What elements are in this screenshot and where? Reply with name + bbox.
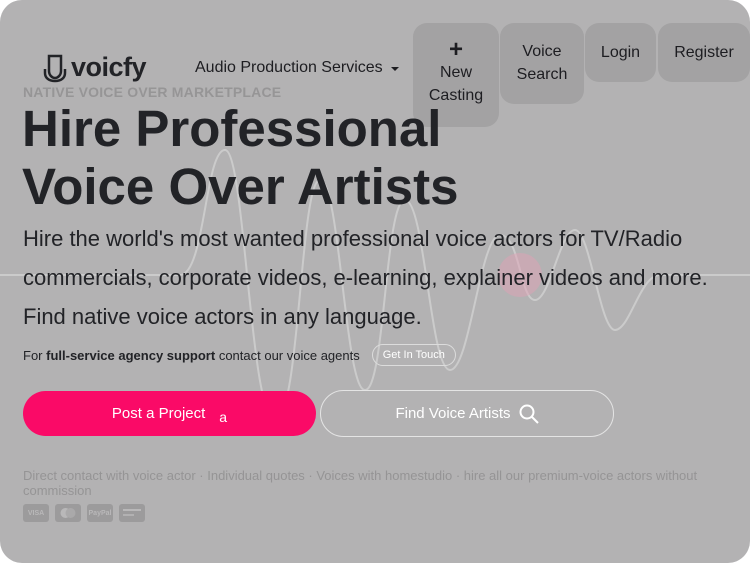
new-casting-line1: New bbox=[439, 64, 472, 81]
find-voice-artists-button[interactable]: Find Voice Artists bbox=[320, 390, 614, 437]
microphone-icon bbox=[43, 54, 67, 82]
intro-text: Hire the world's most wanted professiona… bbox=[23, 226, 708, 329]
mastercard-icon bbox=[55, 504, 81, 522]
register-label: Register bbox=[674, 44, 734, 61]
audio-production-services-dropdown[interactable]: Audio Production Services bbox=[195, 59, 399, 77]
find-artists-label: Find Voice Artists bbox=[395, 405, 511, 422]
post-project-trailing-text: a bbox=[219, 408, 228, 425]
page-title: Hire Professional Voice Over Artists bbox=[22, 100, 459, 216]
register-button[interactable]: Register bbox=[658, 23, 750, 82]
agency-suffix: contact our voice agents bbox=[218, 347, 360, 363]
visa-icon: VISA bbox=[23, 504, 49, 522]
eyebrow-label: NATIVE VOICE OVER MARKETPLACE bbox=[23, 84, 282, 100]
search-icon bbox=[519, 404, 539, 424]
paypal-icon: PayPal bbox=[87, 504, 113, 522]
post-project-label: Post a Project bbox=[111, 405, 206, 422]
voice-search-line2: Search bbox=[516, 66, 568, 83]
bank-card-icon bbox=[119, 504, 145, 522]
login-button[interactable]: Login bbox=[585, 23, 656, 82]
agency-text: For full-service agency support contact … bbox=[23, 348, 360, 363]
voice-search-button[interactable]: Voice Search bbox=[500, 23, 584, 104]
post-project-button[interactable]: Post a Project a bbox=[23, 391, 316, 436]
headline-line2: Voice Over Artists bbox=[22, 158, 459, 215]
voicfy-logo[interactable]: voicfy bbox=[43, 52, 147, 83]
get-in-touch-button[interactable]: Get In Touch bbox=[371, 344, 456, 366]
plus-icon: + bbox=[448, 36, 463, 63]
login-label: Login bbox=[600, 44, 641, 61]
page-container: voicfy Audio Production Services + New C… bbox=[0, 0, 750, 563]
payment-methods: VISA PayPal bbox=[23, 504, 145, 522]
dropdown-label: Audio Production Services bbox=[195, 59, 383, 76]
agency-prefix: For bbox=[23, 347, 43, 363]
headline-line1: Hire Professional bbox=[22, 100, 442, 157]
voice-search-line1: Voice bbox=[522, 43, 562, 60]
logo-text: voicfy bbox=[71, 52, 147, 82]
benefits-fineprint: Direct contact with voice actor · Indivi… bbox=[23, 468, 698, 498]
caret-down-icon bbox=[390, 67, 399, 71]
agency-support-line: For full-service agency support contact … bbox=[23, 344, 456, 366]
agency-bold: full-service agency support bbox=[46, 347, 216, 363]
